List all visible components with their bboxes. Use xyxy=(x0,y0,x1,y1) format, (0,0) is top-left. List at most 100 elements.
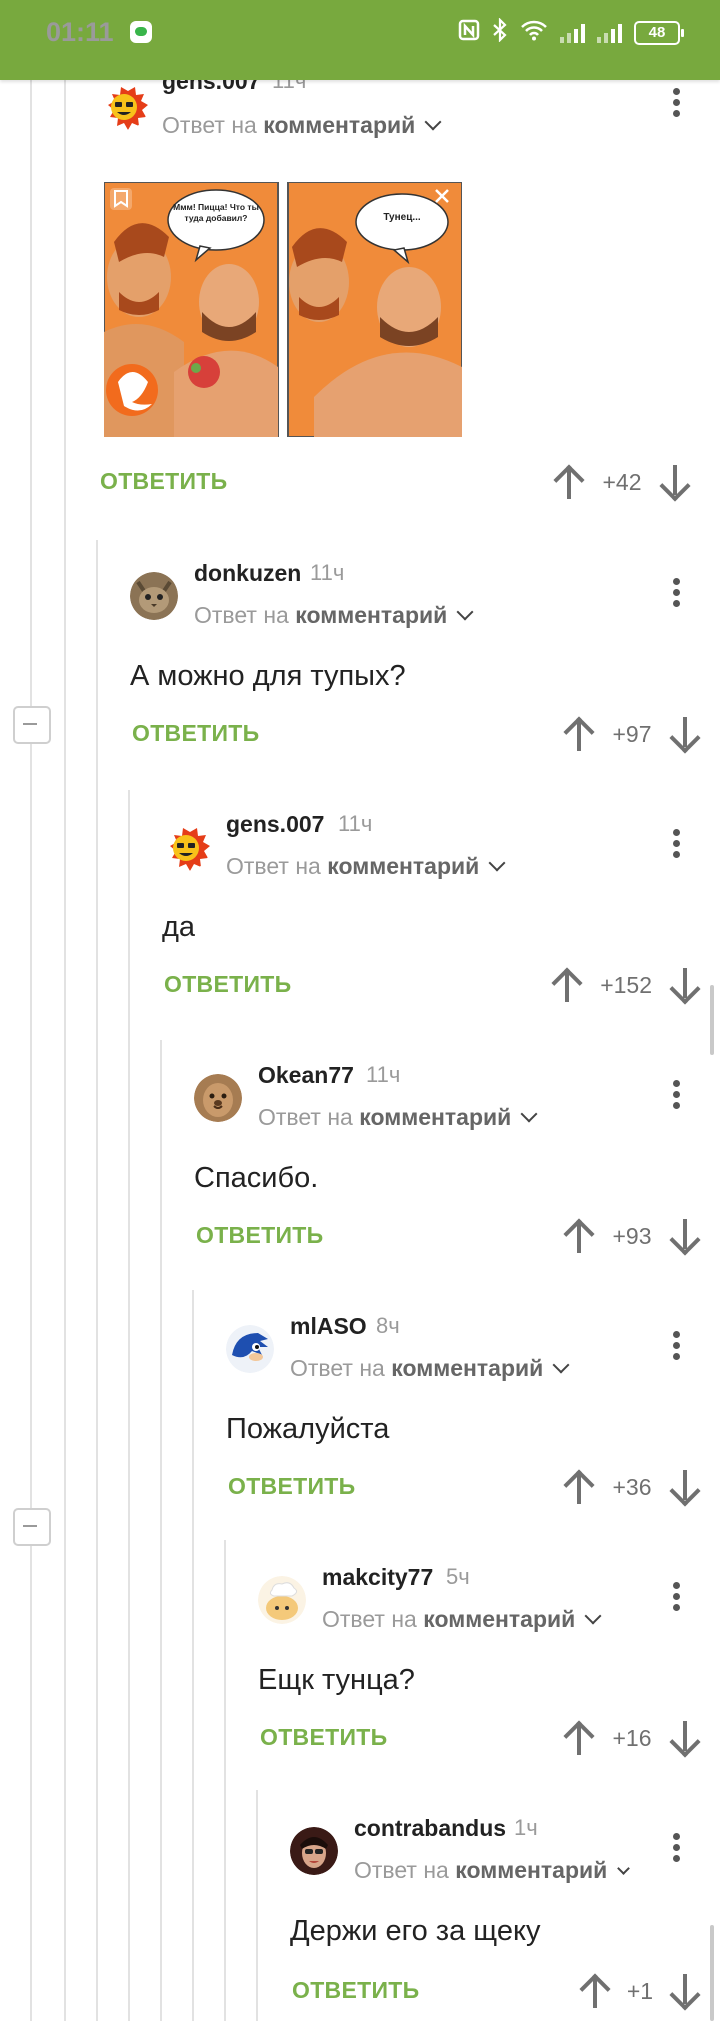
comment-author[interactable]: makcity77 xyxy=(322,1564,433,1591)
app-notification-icon xyxy=(130,21,152,43)
comment-text: Спасибо. xyxy=(194,1162,319,1194)
reply-button[interactable]: ОТВЕТИТЬ xyxy=(260,1724,387,1751)
comment-score: +1 xyxy=(626,1977,654,2004)
comment-author[interactable]: contrabandus xyxy=(354,1815,506,1842)
reply-to-prefix: Ответ на xyxy=(258,1104,353,1130)
scrollbar[interactable] xyxy=(710,985,714,1055)
vote-control: +16 xyxy=(563,1718,701,1758)
avatar[interactable] xyxy=(258,1576,306,1624)
downvote-arrow-icon[interactable] xyxy=(669,1470,701,1507)
reply-to-target: комментарий xyxy=(455,1857,608,1883)
reply-button[interactable]: ОТВЕТИТЬ xyxy=(132,720,259,747)
comment-author[interactable]: donkuzen xyxy=(194,560,301,587)
thread-line xyxy=(192,1290,194,2021)
upvote-arrow-icon[interactable] xyxy=(553,464,585,499)
comment: makcity77 5ч Ответ на комментарий Ещк ту… xyxy=(258,1564,701,1764)
chevron-down-icon xyxy=(552,1356,570,1374)
thread-line xyxy=(128,790,130,2021)
more-options-icon[interactable] xyxy=(662,1578,690,1618)
comment-time: 1ч xyxy=(514,1815,538,1840)
reply-to-link[interactable]: Ответ на комментарий xyxy=(226,853,506,880)
avatar[interactable] xyxy=(290,1827,338,1875)
comic-speech-bubble-right: Тунец... xyxy=(383,212,421,223)
comment-author[interactable]: mlASO xyxy=(290,1313,367,1340)
more-options-icon[interactable] xyxy=(662,1829,690,1869)
reply-to-target: комментарий xyxy=(263,112,416,138)
reply-to-target: комментарий xyxy=(327,853,480,879)
nfc-icon xyxy=(458,19,480,47)
comic-speech-bubble-left: Ммм! Пицца! Что ты туда добавил? xyxy=(173,202,259,223)
comment-time: 11ч xyxy=(338,811,373,836)
vote-control: +1 xyxy=(579,1971,701,2011)
lion-avatar-icon xyxy=(194,1074,242,1122)
upvote-arrow-icon[interactable] xyxy=(563,716,595,751)
thread-line xyxy=(160,1040,162,2021)
avatar[interactable] xyxy=(100,82,148,130)
avatar[interactable] xyxy=(226,1325,274,1373)
avatar[interactable] xyxy=(162,823,210,871)
upvote-arrow-icon[interactable] xyxy=(563,1218,595,1253)
avatar[interactable] xyxy=(194,1074,242,1122)
reply-to-link[interactable]: Ответ на комментарий xyxy=(162,112,442,139)
downvote-arrow-icon[interactable] xyxy=(669,717,701,754)
comment-text: Держи его за щеку xyxy=(290,1915,541,1947)
reply-to-target: комментарий xyxy=(391,1355,544,1381)
comment-text: А можно для тупых? xyxy=(130,660,406,692)
scrollbar[interactable] xyxy=(710,1925,714,2021)
comment-score: +152 xyxy=(600,971,652,998)
bluetooth-icon xyxy=(492,17,508,48)
more-options-icon[interactable] xyxy=(662,1327,690,1367)
reply-to-prefix: Ответ на xyxy=(322,1606,417,1632)
reply-to-link[interactable]: Ответ на комментарий xyxy=(194,602,474,629)
downvote-arrow-icon[interactable] xyxy=(669,1974,701,2011)
comment-text: да xyxy=(162,911,196,943)
reply-button[interactable]: ОТВЕТИТЬ xyxy=(196,1222,323,1249)
comment: gens.007 11ч Ответ на комментарий да ОТВ… xyxy=(162,811,701,1011)
reply-button[interactable]: ОТВЕТИТЬ xyxy=(164,971,291,998)
vote-control: +36 xyxy=(563,1467,701,1507)
chevron-down-icon xyxy=(424,113,442,131)
comment-author[interactable]: gens.007 xyxy=(226,811,324,838)
reply-button[interactable]: ОТВЕТИТЬ xyxy=(100,468,227,495)
comment-image[interactable]: Ммм! Пицца! Что ты туда добавил? Тунец..… xyxy=(103,181,463,438)
downvote-arrow-icon[interactable] xyxy=(659,465,691,502)
chef-avatar-icon xyxy=(258,1576,306,1624)
comment-time: 8ч xyxy=(376,1313,400,1338)
upvote-arrow-icon[interactable] xyxy=(551,967,583,1002)
chevron-down-icon xyxy=(584,1607,602,1625)
signal-icon xyxy=(597,23,622,43)
more-options-icon[interactable] xyxy=(662,84,690,124)
collapse-thread-button[interactable] xyxy=(13,1508,51,1546)
upvote-arrow-icon[interactable] xyxy=(579,1973,611,2008)
cat-avatar-icon xyxy=(130,572,178,620)
reply-button[interactable]: ОТВЕТИТЬ xyxy=(228,1473,355,1500)
comment: Okean77 11ч Ответ на комментарий Спасибо… xyxy=(194,1062,701,1262)
reply-to-link[interactable]: Ответ на комментарий xyxy=(322,1606,602,1633)
reply-to-target: комментарий xyxy=(359,1104,512,1130)
more-options-icon[interactable] xyxy=(662,574,690,614)
reply-to-target: комментарий xyxy=(295,602,448,628)
more-options-icon[interactable] xyxy=(662,825,690,865)
avatar[interactable] xyxy=(130,572,178,620)
vote-control: +42 xyxy=(553,462,691,502)
reply-button[interactable]: ОТВЕТИТЬ xyxy=(292,1977,419,2004)
sonic-avatar-icon xyxy=(226,1325,274,1373)
collapse-thread-button[interactable] xyxy=(13,706,51,744)
more-options-icon[interactable] xyxy=(662,1076,690,1116)
upvote-arrow-icon[interactable] xyxy=(563,1720,595,1755)
downvote-arrow-icon[interactable] xyxy=(669,1721,701,1758)
reply-to-link[interactable]: Ответ на комментарий xyxy=(290,1355,570,1382)
reply-to-link[interactable]: Ответ на комментарий xyxy=(354,1857,631,1884)
comment-author[interactable]: Okean77 xyxy=(258,1062,354,1089)
status-time: 01:11 xyxy=(46,17,114,47)
comment-time: 11ч xyxy=(310,560,345,585)
upvote-arrow-icon[interactable] xyxy=(563,1469,595,1504)
downvote-arrow-icon[interactable] xyxy=(669,968,701,1005)
status-bar: 01:11 48 xyxy=(0,0,720,80)
reply-to-link[interactable]: Ответ на комментарий xyxy=(258,1104,538,1131)
comment-time: 11ч xyxy=(366,1062,401,1087)
comment-text: Ещк тунца? xyxy=(258,1664,415,1696)
signal-icon xyxy=(560,23,585,43)
downvote-arrow-icon[interactable] xyxy=(669,1219,701,1256)
serious-sam-bomb-icon xyxy=(162,823,210,871)
